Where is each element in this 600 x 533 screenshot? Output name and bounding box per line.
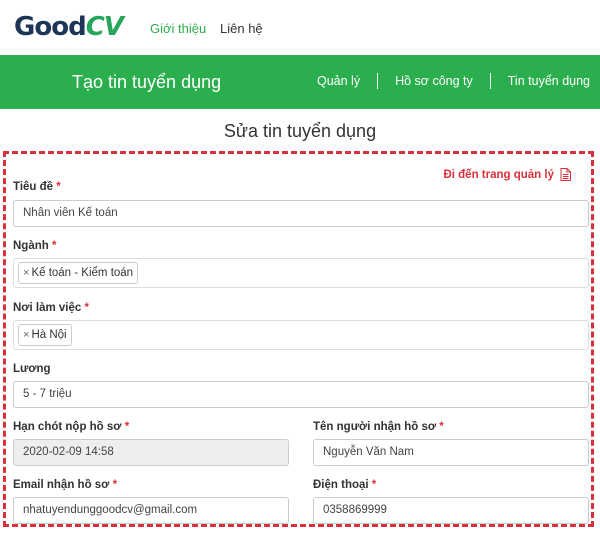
title-label: Tiêu đề * xyxy=(13,181,61,193)
banner-title: Tạo tin tuyển dụng xyxy=(72,72,222,92)
receiver-input[interactable]: Nguyễn Văn Nam xyxy=(313,439,589,466)
deadline-input: 2020-02-09 14:58 xyxy=(13,439,289,466)
phone-label: Điện thoại * xyxy=(313,479,376,491)
email-label: Email nhận hồ sơ * xyxy=(13,479,117,491)
deadline-label-text: Hạn chót nộp hồ sơ xyxy=(13,421,122,433)
logo-text-cv: CV xyxy=(85,12,124,42)
required-marker: * xyxy=(124,421,130,433)
industry-tag-label: Kế toán - Kiểm toán xyxy=(31,267,134,279)
required-marker: * xyxy=(112,479,118,491)
remove-tag-icon[interactable]: × xyxy=(23,267,29,279)
page-banner: Tạo tin tuyển dụng Quản lý Hồ sơ công ty… xyxy=(0,55,600,109)
nav-link-contact[interactable]: Liên hệ xyxy=(220,21,263,36)
email-input[interactable]: nhatuyendunggoodcv@gmail.com xyxy=(13,497,289,524)
manage-link-label: Đi đến trang quản lý xyxy=(443,168,554,181)
salary-label-text: Lương xyxy=(13,363,51,375)
salary-input[interactable]: 5 - 7 triệu xyxy=(13,381,589,408)
banner-menu: Quản lý Hồ sơ công ty Tin tuyển dụng xyxy=(300,73,600,89)
required-marker: * xyxy=(371,479,377,491)
logo-text-good: Good xyxy=(14,12,87,42)
industry-select[interactable]: × Kế toán - Kiểm toán xyxy=(13,258,589,288)
phone-input[interactable]: 0358869999 xyxy=(313,497,589,524)
location-label-text: Nơi làm việc xyxy=(13,302,82,314)
receiver-label: Tên người nhận hồ sơ * xyxy=(313,421,444,433)
nav-link-about[interactable]: Giới thiệu xyxy=(150,21,206,36)
salary-label: Lương xyxy=(13,363,51,375)
location-label: Nơi làm việc * xyxy=(13,302,89,314)
goodcv-logo[interactable]: Good CV xyxy=(14,12,124,42)
required-marker: * xyxy=(51,240,57,252)
job-post-form: Đi đến trang quản lý Tiêu đề * Nhân viên… xyxy=(3,151,594,527)
title-input[interactable]: Nhân viên Kế toán xyxy=(13,200,589,227)
menu-item-company-profile[interactable]: Hồ sơ công ty xyxy=(378,73,491,89)
go-to-manage-link[interactable]: Đi đến trang quản lý xyxy=(443,168,571,181)
industry-label-text: Ngành xyxy=(13,240,49,252)
phone-label-text: Điện thoại xyxy=(313,479,369,491)
location-tag: × Hà Nội xyxy=(18,324,72,346)
email-label-text: Email nhận hồ sơ xyxy=(13,479,110,491)
menu-item-job-posts[interactable]: Tin tuyển dụng xyxy=(491,73,600,89)
deadline-label: Hạn chót nộp hồ sơ * xyxy=(13,421,129,433)
title-label-text: Tiêu đề xyxy=(13,181,54,193)
document-icon xyxy=(560,168,571,181)
remove-tag-icon[interactable]: × xyxy=(23,329,29,341)
industry-label: Ngành * xyxy=(13,240,56,252)
menu-item-manage[interactable]: Quản lý xyxy=(300,73,379,89)
location-tag-label: Hà Nội xyxy=(31,329,67,341)
page-title: Sửa tin tuyển dụng xyxy=(223,121,377,141)
required-marker: * xyxy=(56,181,61,193)
required-marker: * xyxy=(439,421,444,433)
receiver-label-text: Tên người nhận hồ sơ xyxy=(313,421,437,433)
top-navbar: Good CV Giới thiệu Liên hệ xyxy=(0,0,600,55)
required-marker: * xyxy=(84,302,89,314)
industry-tag: × Kế toán - Kiểm toán xyxy=(18,262,139,284)
location-select[interactable]: × Hà Nội xyxy=(13,320,589,350)
